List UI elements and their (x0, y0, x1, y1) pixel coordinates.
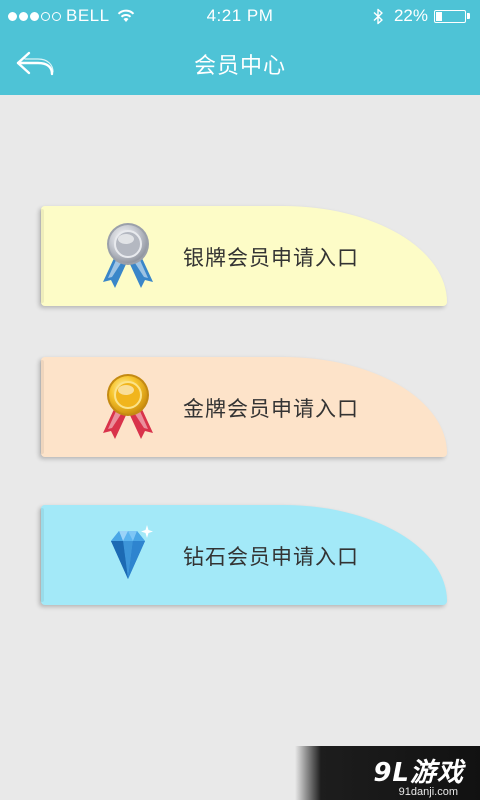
watermark: 9L游戏 91danji.com (295, 746, 480, 800)
diamond-icon (97, 519, 159, 593)
silver-membership-card[interactable]: 银牌会员申请入口 (40, 206, 447, 306)
gold-membership-label: 金牌会员申请入口 (183, 397, 359, 421)
battery-percent: 22% (393, 6, 428, 25)
status-bar: BELL 4:21 PM 22% (0, 0, 480, 32)
status-right: 22% (373, 6, 470, 26)
watermark-url: 91danji.com (398, 786, 458, 798)
battery-tip (467, 13, 470, 19)
gold-membership-card[interactable]: 金牌会员申请入口 (40, 357, 447, 457)
page-title: 会员中心 (193, 54, 286, 79)
watermark-logo: 9L游戏 (373, 758, 464, 788)
silver-medal-icon (97, 220, 159, 294)
app-header: BELL 4:21 PM 22% 会员中心 (0, 0, 480, 95)
gold-medal-icon (97, 371, 159, 445)
battery-fill (436, 11, 442, 21)
silver-membership-label: 银牌会员申请入口 (183, 246, 359, 270)
battery-icon (434, 9, 466, 23)
diamond-membership-label: 钻石会员申请入口 (183, 545, 359, 569)
bluetooth-icon (373, 8, 383, 24)
diamond-membership-card[interactable]: 钻石会员申请入口 (40, 505, 447, 605)
